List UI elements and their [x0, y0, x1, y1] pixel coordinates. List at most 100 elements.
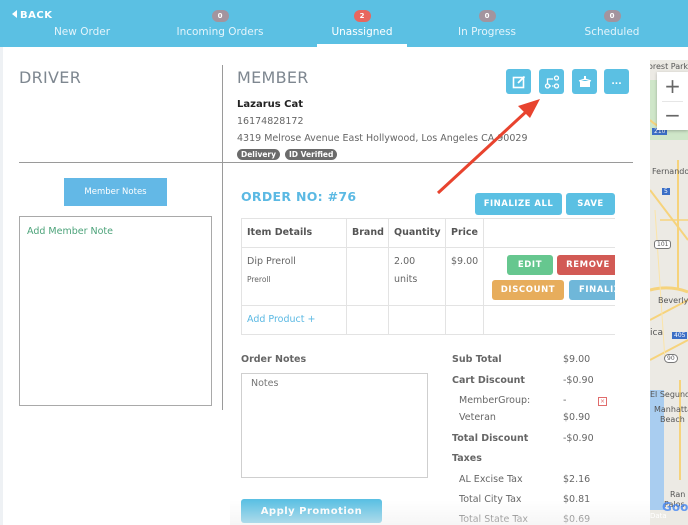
map-label: orest Park [650, 62, 688, 71]
id-verified-tag: ID Verified [285, 149, 338, 160]
discount-membergroup-value: - [563, 395, 567, 406]
left-edge [0, 47, 3, 525]
tab-incoming-orders[interactable]: 0 Incoming Orders [160, 9, 280, 47]
driver-heading: DRIVER [19, 68, 82, 87]
edit-icon [512, 75, 525, 88]
discount-veteran-value: $0.90 [563, 412, 591, 423]
table-border [241, 247, 615, 248]
city-tax-label: Total City Tax [459, 494, 522, 505]
delivery-tag: Delivery [237, 149, 281, 160]
item-unit: units [394, 274, 418, 285]
map-label: Ran [670, 490, 686, 499]
col-border [241, 218, 242, 335]
edit-item-button[interactable]: EDIT [507, 255, 553, 275]
tab-label: Scheduled [584, 26, 640, 38]
item-quantity: 2.00 [394, 256, 416, 267]
cart-discount-value: -$0.90 [563, 375, 594, 386]
map-label: Beach [660, 415, 685, 424]
highway-shield-icon: 405 [672, 332, 688, 339]
order-notes-label: Order Notes [241, 354, 307, 365]
horizontal-divider [19, 162, 633, 163]
tab-badge: 2 [353, 10, 371, 22]
more-icon: ... [611, 76, 622, 87]
tab-badge: 0 [603, 10, 621, 22]
item-price: $9.00 [451, 256, 479, 267]
tab-scheduled[interactable]: 0 Scheduled [552, 9, 672, 47]
sub-total-value: $9.00 [563, 354, 591, 365]
map-label: Fernando [652, 167, 688, 176]
vertical-divider [222, 65, 223, 410]
state-tax-value: $0.69 [563, 514, 591, 525]
highway-shield-icon: 90 [664, 354, 678, 363]
tab-label: In Progress [458, 26, 516, 38]
item-name: Dip Preroll [247, 256, 296, 267]
remove-discount-icon[interactable]: × [598, 397, 607, 406]
map-label: Manhatta [654, 405, 688, 414]
order-number: ORDER NO: #76 [241, 189, 357, 204]
tab-in-progress[interactable]: 0 In Progress [427, 9, 547, 47]
save-button[interactable]: SAVE [566, 193, 615, 215]
tab-label: Incoming Orders [176, 26, 264, 38]
table-border [241, 334, 615, 335]
map-label: ica [650, 328, 663, 338]
col-border [388, 218, 389, 335]
member-address: 4319 Melrose Avenue East Hollywood, Los … [237, 133, 528, 144]
apply-promotion-button[interactable]: Apply Promotion [241, 499, 382, 523]
col-header-price: Price [451, 227, 478, 238]
discount-veteran-label: Veteran [459, 412, 496, 423]
table-border [241, 218, 615, 219]
col-header-item-details: Item Details [247, 227, 313, 238]
more-options-button[interactable]: ... [604, 69, 629, 94]
total-discount-value: -$0.90 [563, 433, 594, 444]
member-notes-button[interactable]: Member Notes [64, 178, 167, 206]
order-notes-input[interactable] [241, 373, 428, 478]
item-category: Preroll [247, 275, 271, 284]
map-label: El Segund [650, 390, 688, 399]
discount-item-button[interactable]: DISCOUNT [492, 280, 564, 300]
google-logo: Goog [662, 500, 688, 514]
discount-membergroup-label: MemberGroup: [459, 395, 531, 406]
tab-unassigned[interactable]: 2 Unassigned [317, 9, 407, 47]
annotation-arrow-shaft [436, 108, 530, 195]
col-border [346, 218, 347, 335]
tab-new-order[interactable]: 0 New Order [22, 9, 142, 47]
edit-member-button[interactable] [506, 69, 531, 94]
excise-tax-label: AL Excise Tax [459, 474, 523, 485]
back-arrow-icon [12, 10, 17, 18]
add-product-link[interactable]: Add Product + [247, 314, 315, 325]
map-label: Beverly [658, 296, 688, 305]
remove-item-button[interactable]: REMOVE [557, 255, 615, 275]
member-heading: MEMBER [237, 68, 309, 87]
member-name: Lazarus Cat [237, 99, 304, 110]
order-items-table: Item Details Brand Quantity Price Dip Pr… [241, 218, 615, 336]
map-zoom-control: + − [657, 72, 688, 130]
excise-tax-value: $2.16 [563, 474, 591, 485]
sub-total-label: Sub Total [452, 354, 502, 365]
total-discount-label: Total Discount [452, 433, 529, 444]
highway-shield-icon: 101 [654, 240, 672, 249]
tab-label: New Order [53, 26, 111, 38]
member-phone: 16174828172 [237, 116, 304, 127]
route-icon [544, 74, 559, 89]
tab-label: Unassigned [331, 26, 393, 38]
map-zoom-out-button[interactable]: − [657, 101, 688, 130]
tab-badge: 0 [211, 10, 229, 22]
state-tax-label: Total State Tax [459, 514, 529, 525]
member-notes-box: Add Member Note [19, 216, 212, 406]
col-header-brand: Brand [352, 227, 384, 238]
finalize-item-button[interactable]: FINALIZE [569, 280, 615, 300]
table-border [241, 305, 615, 306]
route-button[interactable] [539, 69, 564, 94]
taxes-label: Taxes [452, 453, 482, 464]
cart-discount-label: Cart Discount [452, 375, 525, 386]
col-header-quantity: Quantity [394, 227, 441, 238]
delivery-button[interactable] [572, 69, 597, 94]
highway-shield-icon: 5 [662, 188, 670, 195]
finalize-all-button[interactable]: FINALIZE ALL [475, 193, 562, 215]
add-member-note-link[interactable]: Add Member Note [27, 226, 113, 237]
delivery-box-icon [578, 75, 591, 87]
city-tax-value: $0.81 [563, 494, 591, 505]
col-border [483, 218, 484, 335]
map-zoom-in-button[interactable]: + [657, 72, 688, 101]
tab-badge: 0 [478, 10, 496, 22]
